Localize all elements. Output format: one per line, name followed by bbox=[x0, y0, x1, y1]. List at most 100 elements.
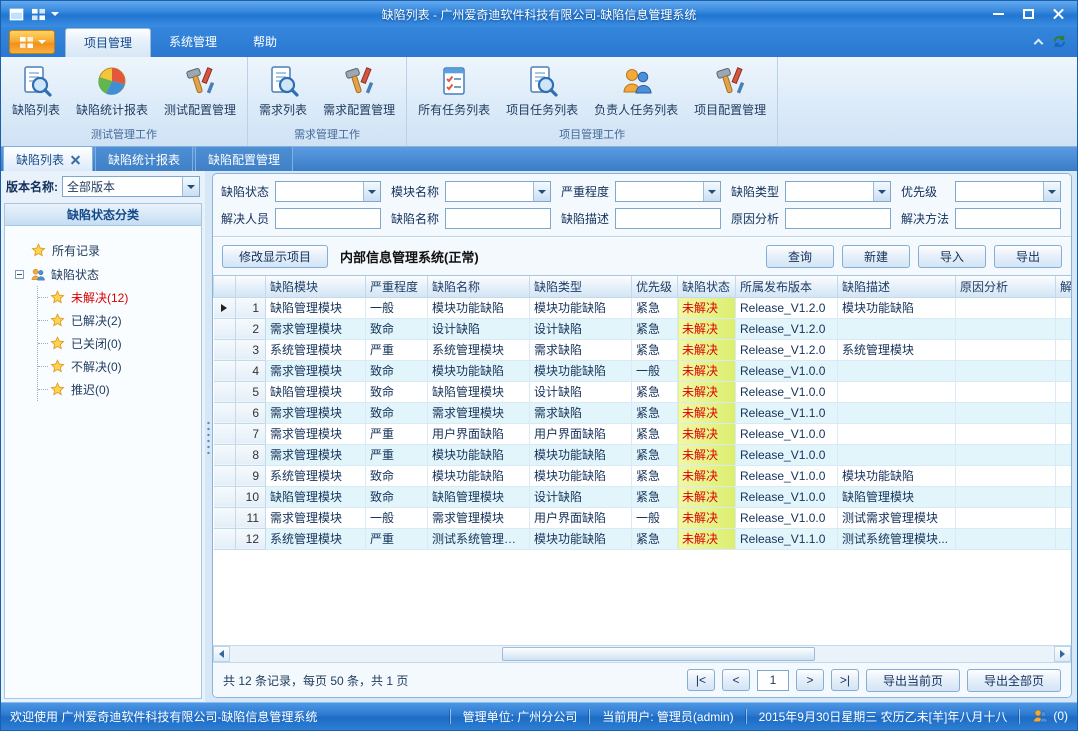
cell-defect-type[interactable]: 模块功能缺陷 bbox=[530, 360, 632, 381]
cell-defect-type[interactable]: 需求缺陷 bbox=[530, 339, 632, 360]
combo-dropdown-icon[interactable] bbox=[873, 182, 890, 201]
close-button[interactable] bbox=[1043, 4, 1073, 24]
cell-solution[interactable] bbox=[1056, 423, 1072, 444]
cell-defect-desc[interactable]: 测试系统管理模块... bbox=[838, 528, 956, 549]
tree-item-unresolved[interactable]: 未解决(12) bbox=[38, 286, 195, 309]
cell-defect-desc[interactable]: 测试需求管理模块 bbox=[838, 507, 956, 528]
cell-priority[interactable]: 紧急 bbox=[632, 486, 678, 507]
cell-severity[interactable]: 致命 bbox=[366, 318, 428, 339]
cell-defect-type[interactable]: 模块功能缺陷 bbox=[530, 465, 632, 486]
app-window-icon[interactable] bbox=[7, 5, 25, 23]
cell-solution[interactable] bbox=[1056, 465, 1072, 486]
cell-severity[interactable]: 严重 bbox=[366, 528, 428, 549]
first-page-button[interactable]: |< bbox=[687, 669, 715, 691]
table-row[interactable]: 8 需求管理模块 严重 模块功能缺陷 模块功能缺陷 紧急 未解决 Release… bbox=[214, 444, 1072, 465]
version-dropdown-icon[interactable] bbox=[182, 177, 199, 196]
export-current-page-button[interactable]: 导出当前页 bbox=[866, 669, 960, 692]
sidebar-splitter[interactable] bbox=[205, 171, 212, 702]
cell-defect-desc[interactable] bbox=[838, 318, 956, 339]
ribbon-button-project-config[interactable]: 项目配置管理 bbox=[686, 60, 774, 120]
table-row[interactable]: 4 需求管理模块 致命 模块功能缺陷 模块功能缺陷 一般 未解决 Release… bbox=[214, 360, 1072, 381]
table-row[interactable]: 5 缺陷管理模块 致命 缺陷管理模块 设计缺陷 紧急 未解决 Release_V… bbox=[214, 381, 1072, 402]
defect-desc-filter-input[interactable] bbox=[615, 208, 721, 229]
table-row[interactable]: 11 需求管理模块 一般 需求管理模块 用户界面缺陷 一般 未解决 Releas… bbox=[214, 507, 1072, 528]
tree-item-resolved[interactable]: 已解决(2) bbox=[38, 309, 195, 332]
cell-defect-status[interactable]: 未解决 bbox=[678, 360, 736, 381]
cell-defect-status[interactable]: 未解决 bbox=[678, 528, 736, 549]
cell-defect-status[interactable]: 未解决 bbox=[678, 318, 736, 339]
cell-defect-module[interactable]: 系统管理模块 bbox=[266, 465, 366, 486]
tree-item-closed[interactable]: 已关闭(0) bbox=[38, 332, 195, 355]
cell-defect-desc[interactable] bbox=[838, 360, 956, 381]
defect-type-filter-select[interactable] bbox=[785, 181, 891, 202]
column-header-solution[interactable]: 解决方法 bbox=[1056, 276, 1072, 297]
cell-solution[interactable] bbox=[1056, 381, 1072, 402]
cell-cause-analysis[interactable] bbox=[956, 486, 1056, 507]
tree-item-postponed[interactable]: 推迟(0) bbox=[38, 378, 195, 401]
page-number-input[interactable] bbox=[757, 670, 789, 691]
cell-cause-analysis[interactable] bbox=[956, 465, 1056, 486]
ribbon-button-project-tasks[interactable]: 项目任务列表 bbox=[498, 60, 586, 120]
ribbon-tab-help[interactable]: 帮助 bbox=[235, 28, 295, 57]
cell-release-version[interactable]: Release_V1.0.0 bbox=[736, 465, 838, 486]
cell-priority[interactable]: 紧急 bbox=[632, 297, 678, 318]
cell-severity[interactable]: 严重 bbox=[366, 339, 428, 360]
minimize-button[interactable] bbox=[983, 4, 1013, 24]
cell-defect-name[interactable]: 模块功能缺陷 bbox=[428, 297, 530, 318]
column-header-release[interactable]: 所属发布版本 bbox=[736, 276, 838, 297]
tree-item-wont-fix[interactable]: 不解决(0) bbox=[38, 355, 195, 378]
table-row[interactable]: 3 系统管理模块 严重 系统管理模块 需求缺陷 紧急 未解决 Release_V… bbox=[214, 339, 1072, 360]
cell-defect-type[interactable]: 用户界面缺陷 bbox=[530, 507, 632, 528]
cell-cause-analysis[interactable] bbox=[956, 423, 1056, 444]
table-row[interactable]: 9 系统管理模块 致命 模块功能缺陷 模块功能缺陷 紧急 未解决 Release… bbox=[214, 465, 1072, 486]
column-header-severity[interactable]: 严重程度 bbox=[366, 276, 428, 297]
cell-defect-module[interactable]: 系统管理模块 bbox=[266, 528, 366, 549]
cell-defect-status[interactable]: 未解决 bbox=[678, 402, 736, 423]
cell-defect-status[interactable]: 未解决 bbox=[678, 297, 736, 318]
cell-defect-desc[interactable] bbox=[838, 444, 956, 465]
combo-dropdown-icon[interactable] bbox=[533, 182, 550, 201]
cell-defect-type[interactable]: 设计缺陷 bbox=[530, 381, 632, 402]
cell-release-version[interactable]: Release_V1.2.0 bbox=[736, 339, 838, 360]
tree-item-all-records[interactable]: 所有记录 bbox=[11, 238, 195, 262]
priority-filter-select[interactable] bbox=[955, 181, 1061, 202]
cell-defect-desc[interactable] bbox=[838, 381, 956, 402]
cell-defect-type[interactable]: 模块功能缺陷 bbox=[530, 297, 632, 318]
cell-severity[interactable]: 严重 bbox=[366, 423, 428, 444]
cause-analysis-filter-input[interactable] bbox=[785, 208, 891, 229]
cell-severity[interactable]: 致命 bbox=[366, 360, 428, 381]
cell-cause-analysis[interactable] bbox=[956, 381, 1056, 402]
cell-defect-type[interactable]: 模块功能缺陷 bbox=[530, 444, 632, 465]
cell-release-version[interactable]: Release_V1.0.0 bbox=[736, 381, 838, 402]
cell-solution[interactable] bbox=[1056, 297, 1072, 318]
modify-display-columns-button[interactable]: 修改显示项目 bbox=[222, 245, 328, 268]
cell-severity[interactable]: 一般 bbox=[366, 297, 428, 318]
cell-defect-module[interactable]: 需求管理模块 bbox=[266, 444, 366, 465]
export-all-pages-button[interactable]: 导出全部页 bbox=[967, 669, 1061, 692]
tab-close-icon[interactable] bbox=[71, 155, 80, 164]
cell-release-version[interactable]: Release_V1.2.0 bbox=[736, 297, 838, 318]
cell-priority[interactable]: 紧急 bbox=[632, 381, 678, 402]
tree-item-defect-status[interactable]: 缺陷状态 bbox=[11, 262, 195, 286]
cell-priority[interactable]: 紧急 bbox=[632, 318, 678, 339]
table-row[interactable]: 2 需求管理模块 致命 设计缺陷 设计缺陷 紧急 未解决 Release_V1.… bbox=[214, 318, 1072, 339]
cell-severity[interactable]: 致命 bbox=[366, 381, 428, 402]
cell-severity[interactable]: 一般 bbox=[366, 507, 428, 528]
cell-priority[interactable]: 紧急 bbox=[632, 339, 678, 360]
cell-priority[interactable]: 一般 bbox=[632, 507, 678, 528]
cell-defect-name[interactable]: 用户界面缺陷 bbox=[428, 423, 530, 444]
combo-dropdown-icon[interactable] bbox=[703, 182, 720, 201]
ribbon-button-all-tasks[interactable]: 所有任务列表 bbox=[410, 60, 498, 120]
resolver-filter-input[interactable] bbox=[275, 208, 381, 229]
cell-solution[interactable] bbox=[1056, 360, 1072, 381]
query-button[interactable]: 查询 bbox=[766, 245, 834, 268]
cell-defect-type[interactable]: 设计缺陷 bbox=[530, 318, 632, 339]
table-row[interactable]: 12 系统管理模块 严重 测试系统管理模... 模块功能缺陷 紧急 未解决 Re… bbox=[214, 528, 1072, 549]
ribbon-button-test-config[interactable]: 测试配置管理 bbox=[156, 60, 244, 120]
table-row[interactable]: 10 缺陷管理模块 致命 缺陷管理模块 设计缺陷 紧急 未解决 Release_… bbox=[214, 486, 1072, 507]
cell-defect-name[interactable]: 测试系统管理模... bbox=[428, 528, 530, 549]
cell-defect-name[interactable]: 系统管理模块 bbox=[428, 339, 530, 360]
cell-solution[interactable] bbox=[1056, 318, 1072, 339]
column-header-cause[interactable]: 原因分析 bbox=[956, 276, 1056, 297]
cell-defect-name[interactable]: 缺陷管理模块 bbox=[428, 486, 530, 507]
